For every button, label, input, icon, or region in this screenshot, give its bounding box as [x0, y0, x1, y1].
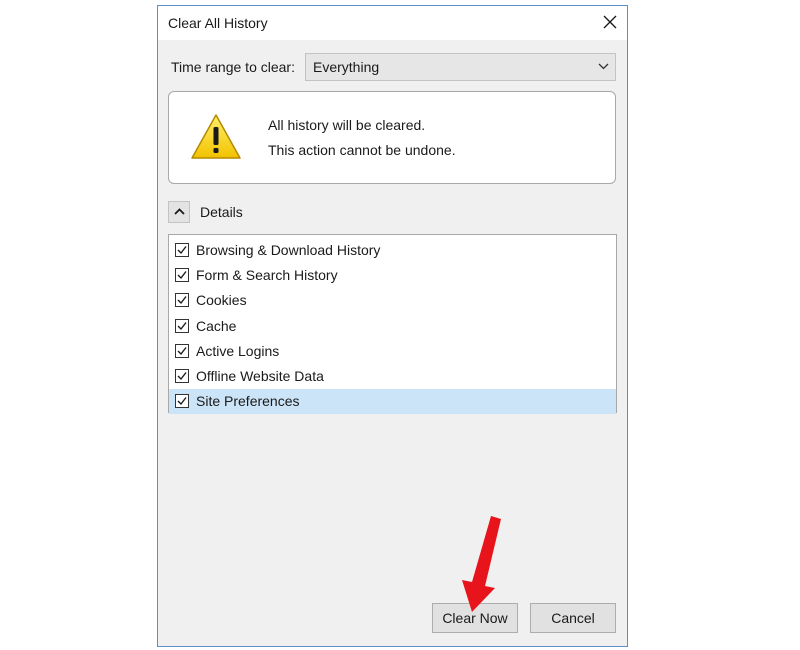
- warning-text-line2: This action cannot be undone.: [268, 142, 456, 158]
- close-icon: [603, 15, 617, 29]
- chevron-down-icon: [598, 63, 609, 70]
- list-item-site-preferences[interactable]: Site Preferences: [169, 389, 616, 414]
- checkmark-icon: [177, 372, 187, 381]
- time-range-select[interactable]: Everything: [305, 53, 616, 81]
- warning-icon: [191, 114, 241, 159]
- dialog-title: Clear All History: [168, 15, 268, 31]
- checkbox[interactable]: [175, 369, 189, 383]
- list-item-label: Offline Website Data: [196, 368, 324, 384]
- details-label: Details: [200, 204, 243, 220]
- cancel-button[interactable]: Cancel: [530, 603, 616, 633]
- list-item-browsing-download-history[interactable]: Browsing & Download History: [169, 238, 616, 263]
- details-toggle-button[interactable]: [168, 201, 190, 223]
- list-item-label: Form & Search History: [196, 267, 338, 283]
- warning-text-line1: All history will be cleared.: [268, 117, 426, 133]
- chevron-up-icon: [174, 208, 185, 215]
- details-list: Browsing & Download History Form & Searc…: [168, 234, 617, 414]
- checkmark-icon: [177, 271, 187, 280]
- list-item-label: Cache: [196, 318, 237, 334]
- list-item-cookies[interactable]: Cookies: [169, 288, 616, 313]
- list-item-label: Active Logins: [196, 343, 280, 359]
- list-item-offline-website-data[interactable]: Offline Website Data: [169, 364, 616, 389]
- checkbox[interactable]: [175, 268, 189, 282]
- checkbox[interactable]: [175, 344, 189, 358]
- checkmark-icon: [177, 246, 187, 255]
- list-item-label: Browsing & Download History: [196, 242, 381, 258]
- list-item-label: Site Preferences: [196, 393, 300, 409]
- time-range-value: Everything: [313, 59, 380, 75]
- clear-history-dialog: Clear All History Time range to clear: E…: [157, 5, 628, 647]
- checkmark-icon: [177, 397, 187, 406]
- checkmark-icon: [177, 296, 187, 305]
- list-item-cache[interactable]: Cache: [169, 314, 616, 339]
- checkbox[interactable]: [175, 319, 189, 333]
- list-item-label: Cookies: [196, 292, 247, 308]
- close-button[interactable]: [593, 6, 627, 40]
- time-range-label: Time range to clear:: [171, 59, 295, 75]
- title-bar: Clear All History: [158, 6, 627, 40]
- list-item-active-logins[interactable]: Active Logins: [169, 339, 616, 364]
- warning-panel: All history will be cleared. This action…: [168, 91, 616, 184]
- checkmark-icon: [177, 322, 187, 331]
- checkmark-icon: [177, 347, 187, 356]
- checkbox[interactable]: [175, 243, 189, 257]
- list-item-form-search-history[interactable]: Form & Search History: [169, 263, 616, 288]
- checkbox[interactable]: [175, 293, 189, 307]
- annotation-arrow-icon: [462, 516, 501, 612]
- checkbox[interactable]: [175, 394, 189, 408]
